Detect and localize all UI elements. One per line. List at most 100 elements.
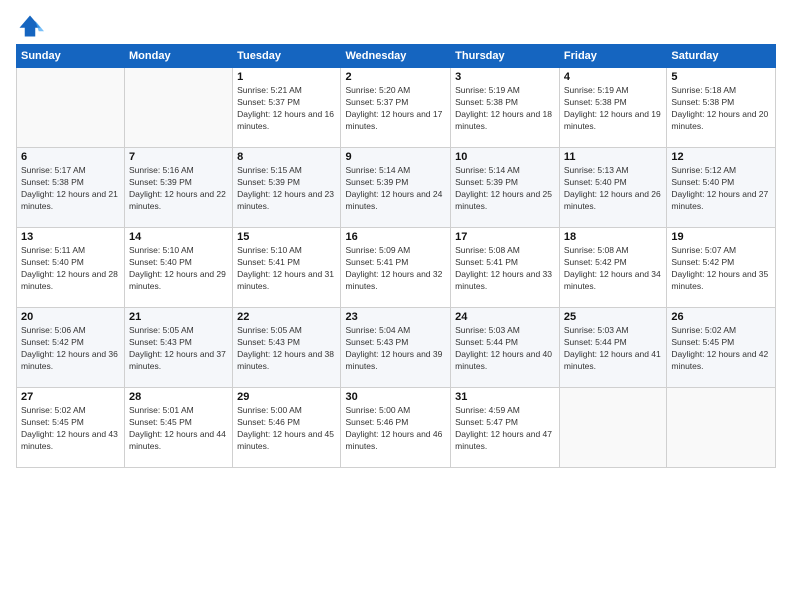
day-number: 20: [21, 311, 120, 323]
calendar-cell: 26 Sunrise: 5:02 AM Sunset: 5:45 PM Dayli…: [667, 308, 776, 388]
calendar-cell: 27 Sunrise: 5:02 AM Sunset: 5:45 PM Dayli…: [17, 388, 125, 468]
calendar-week-3: 13 Sunrise: 5:11 AM Sunset: 5:40 PM Dayli…: [17, 228, 776, 308]
day-number: 23: [345, 311, 446, 323]
calendar-cell: 28 Sunrise: 5:01 AM Sunset: 5:45 PM Dayli…: [125, 388, 233, 468]
day-number: 14: [129, 231, 228, 243]
day-number: 4: [564, 71, 662, 83]
calendar-header-row: SundayMondayTuesdayWednesdayThursdayFrid…: [17, 45, 776, 68]
calendar-cell: 30 Sunrise: 5:00 AM Sunset: 5:46 PM Dayli…: [341, 388, 451, 468]
calendar-cell: [125, 68, 233, 148]
day-info: Sunrise: 5:02 AM Sunset: 5:45 PM Dayligh…: [671, 325, 771, 373]
day-info: Sunrise: 5:12 AM Sunset: 5:40 PM Dayligh…: [671, 165, 771, 213]
day-info: Sunrise: 5:19 AM Sunset: 5:38 PM Dayligh…: [564, 85, 662, 133]
day-number: 25: [564, 311, 662, 323]
day-number: 12: [671, 151, 771, 163]
calendar-cell: 15 Sunrise: 5:10 AM Sunset: 5:41 PM Dayli…: [233, 228, 341, 308]
day-number: 26: [671, 311, 771, 323]
day-number: 6: [21, 151, 120, 163]
calendar-cell: 10 Sunrise: 5:14 AM Sunset: 5:39 PM Dayli…: [451, 148, 560, 228]
day-info: Sunrise: 5:03 AM Sunset: 5:44 PM Dayligh…: [455, 325, 555, 373]
calendar-week-1: 1Sunrise: 5:21 AM Sunset: 5:37 PM Daylig…: [17, 68, 776, 148]
day-number: 29: [237, 391, 336, 403]
calendar-cell: 7 Sunrise: 5:16 AM Sunset: 5:39 PM Daylig…: [125, 148, 233, 228]
day-number: 30: [345, 391, 446, 403]
calendar-cell: 16 Sunrise: 5:09 AM Sunset: 5:41 PM Dayli…: [341, 228, 451, 308]
day-info: Sunrise: 5:20 AM Sunset: 5:37 PM Dayligh…: [345, 85, 446, 133]
calendar-header-friday: Friday: [559, 45, 666, 68]
calendar-header-sunday: Sunday: [17, 45, 125, 68]
day-info: Sunrise: 4:59 AM Sunset: 5:47 PM Dayligh…: [455, 405, 555, 453]
day-info: Sunrise: 5:10 AM Sunset: 5:41 PM Dayligh…: [237, 245, 336, 293]
day-info: Sunrise: 5:14 AM Sunset: 5:39 PM Dayligh…: [345, 165, 446, 213]
day-info: Sunrise: 5:11 AM Sunset: 5:40 PM Dayligh…: [21, 245, 120, 293]
calendar-cell: 8Sunrise: 5:15 AM Sunset: 5:39 PM Daylig…: [233, 148, 341, 228]
day-number: 24: [455, 311, 555, 323]
day-number: 3: [455, 71, 555, 83]
day-number: 22: [237, 311, 336, 323]
day-info: Sunrise: 5:05 AM Sunset: 5:43 PM Dayligh…: [237, 325, 336, 373]
day-info: Sunrise: 5:03 AM Sunset: 5:44 PM Dayligh…: [564, 325, 662, 373]
calendar-week-5: 27 Sunrise: 5:02 AM Sunset: 5:45 PM Dayli…: [17, 388, 776, 468]
day-info: Sunrise: 5:15 AM Sunset: 5:39 PM Dayligh…: [237, 165, 336, 213]
calendar-cell: [667, 388, 776, 468]
calendar-cell: 21Sunrise: 5:05 AM Sunset: 5:43 PM Dayli…: [125, 308, 233, 388]
calendar-cell: 2 Sunrise: 5:20 AM Sunset: 5:37 PM Daylig…: [341, 68, 451, 148]
day-info: Sunrise: 5:13 AM Sunset: 5:40 PM Dayligh…: [564, 165, 662, 213]
page: SundayMondayTuesdayWednesdayThursdayFrid…: [0, 0, 792, 612]
calendar-cell: 5 Sunrise: 5:18 AM Sunset: 5:38 PM Daylig…: [667, 68, 776, 148]
calendar-cell: 17Sunrise: 5:08 AM Sunset: 5:41 PM Dayli…: [451, 228, 560, 308]
day-number: 31: [455, 391, 555, 403]
day-info: Sunrise: 5:17 AM Sunset: 5:38 PM Dayligh…: [21, 165, 120, 213]
calendar-cell: 19Sunrise: 5:07 AM Sunset: 5:42 PM Dayli…: [667, 228, 776, 308]
day-info: Sunrise: 5:21 AM Sunset: 5:37 PM Dayligh…: [237, 85, 336, 133]
calendar-cell: 31 Sunrise: 4:59 AM Sunset: 5:47 PM Dayli…: [451, 388, 560, 468]
day-number: 7: [129, 151, 228, 163]
calendar-cell: 9 Sunrise: 5:14 AM Sunset: 5:39 PM Daylig…: [341, 148, 451, 228]
day-number: 2: [345, 71, 446, 83]
calendar-cell: 6 Sunrise: 5:17 AM Sunset: 5:38 PM Daylig…: [17, 148, 125, 228]
header: [16, 12, 776, 40]
day-info: Sunrise: 5:09 AM Sunset: 5:41 PM Dayligh…: [345, 245, 446, 293]
day-number: 13: [21, 231, 120, 243]
day-number: 15: [237, 231, 336, 243]
calendar-cell: 25 Sunrise: 5:03 AM Sunset: 5:44 PM Dayli…: [559, 308, 666, 388]
calendar-header-tuesday: Tuesday: [233, 45, 341, 68]
day-number: 5: [671, 71, 771, 83]
day-number: 27: [21, 391, 120, 403]
calendar-cell: 14 Sunrise: 5:10 AM Sunset: 5:40 PM Dayli…: [125, 228, 233, 308]
calendar-cell: 4 Sunrise: 5:19 AM Sunset: 5:38 PM Daylig…: [559, 68, 666, 148]
day-info: Sunrise: 5:01 AM Sunset: 5:45 PM Dayligh…: [129, 405, 228, 453]
logo-icon: [16, 12, 44, 40]
day-info: Sunrise: 5:10 AM Sunset: 5:40 PM Dayligh…: [129, 245, 228, 293]
calendar-cell: [17, 68, 125, 148]
day-number: 10: [455, 151, 555, 163]
calendar-header-wednesday: Wednesday: [341, 45, 451, 68]
day-number: 17: [455, 231, 555, 243]
calendar-cell: 11 Sunrise: 5:13 AM Sunset: 5:40 PM Dayli…: [559, 148, 666, 228]
day-info: Sunrise: 5:14 AM Sunset: 5:39 PM Dayligh…: [455, 165, 555, 213]
day-info: Sunrise: 5:00 AM Sunset: 5:46 PM Dayligh…: [345, 405, 446, 453]
day-number: 28: [129, 391, 228, 403]
day-info: Sunrise: 5:18 AM Sunset: 5:38 PM Dayligh…: [671, 85, 771, 133]
calendar-cell: 23 Sunrise: 5:04 AM Sunset: 5:43 PM Dayli…: [341, 308, 451, 388]
day-info: Sunrise: 5:06 AM Sunset: 5:42 PM Dayligh…: [21, 325, 120, 373]
day-info: Sunrise: 5:16 AM Sunset: 5:39 PM Dayligh…: [129, 165, 228, 213]
day-number: 18: [564, 231, 662, 243]
calendar-cell: 3 Sunrise: 5:19 AM Sunset: 5:38 PM Daylig…: [451, 68, 560, 148]
calendar-cell: 12 Sunrise: 5:12 AM Sunset: 5:40 PM Dayli…: [667, 148, 776, 228]
day-info: Sunrise: 5:00 AM Sunset: 5:46 PM Dayligh…: [237, 405, 336, 453]
calendar-table: SundayMondayTuesdayWednesdayThursdayFrid…: [16, 44, 776, 468]
calendar-week-2: 6 Sunrise: 5:17 AM Sunset: 5:38 PM Daylig…: [17, 148, 776, 228]
day-number: 19: [671, 231, 771, 243]
calendar-cell: 1Sunrise: 5:21 AM Sunset: 5:37 PM Daylig…: [233, 68, 341, 148]
day-info: Sunrise: 5:04 AM Sunset: 5:43 PM Dayligh…: [345, 325, 446, 373]
day-number: 16: [345, 231, 446, 243]
day-number: 9: [345, 151, 446, 163]
calendar-cell: 24 Sunrise: 5:03 AM Sunset: 5:44 PM Dayli…: [451, 308, 560, 388]
day-info: Sunrise: 5:02 AM Sunset: 5:45 PM Dayligh…: [21, 405, 120, 453]
calendar-header-saturday: Saturday: [667, 45, 776, 68]
day-number: 11: [564, 151, 662, 163]
day-info: Sunrise: 5:19 AM Sunset: 5:38 PM Dayligh…: [455, 85, 555, 133]
calendar-header-monday: Monday: [125, 45, 233, 68]
day-info: Sunrise: 5:05 AM Sunset: 5:43 PM Dayligh…: [129, 325, 228, 373]
